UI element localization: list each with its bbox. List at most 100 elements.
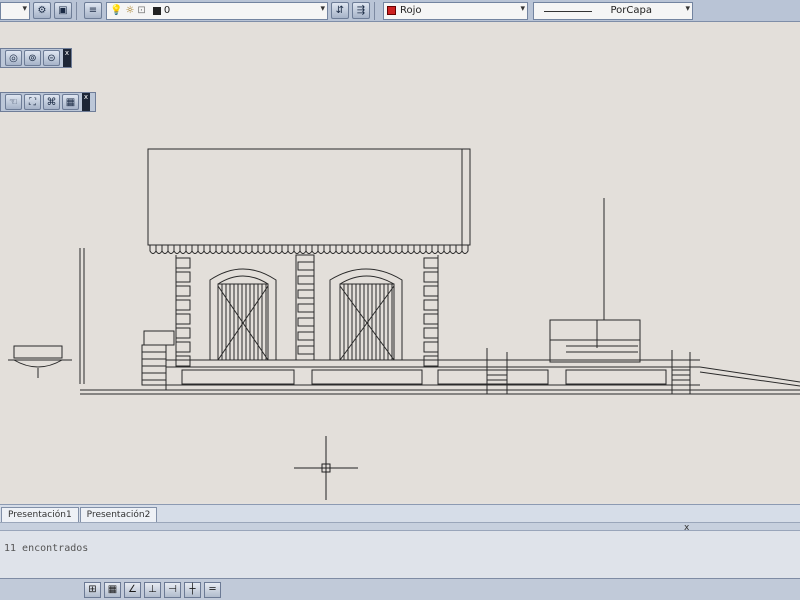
quoin-block — [175, 299, 191, 311]
eave-scallop — [443, 245, 451, 254]
close-icon[interactable]: x — [82, 93, 90, 111]
quoin-block — [175, 271, 191, 283]
color-control-combo[interactable]: Rojo ▾ — [383, 1, 528, 20]
roof-outline — [147, 148, 471, 246]
layer-manager-icon[interactable]: ≡ — [84, 2, 102, 19]
horizontal-scrollbar[interactable] — [0, 522, 800, 530]
eave-scallop — [185, 245, 193, 254]
eave-scallop — [407, 245, 415, 254]
close-icon[interactable]: x — [63, 49, 71, 67]
eave-scallop — [437, 245, 445, 254]
eave-scallop — [269, 245, 277, 254]
chevron-down-icon: ▾ — [685, 3, 690, 14]
render-icon[interactable]: ▦ — [62, 94, 79, 110]
workspace-combo[interactable]: ▾ — [0, 1, 30, 20]
quoin-block — [423, 271, 439, 283]
eave-scallop — [173, 245, 181, 254]
corner-quoins — [175, 257, 439, 367]
pilaster-block — [297, 289, 315, 299]
command-line[interactable]: 11 encontrados — [0, 530, 800, 578]
eave-scallop — [293, 245, 301, 254]
platform-panel — [181, 369, 295, 385]
eave-scallop — [203, 245, 211, 254]
eave-scallop — [353, 245, 361, 254]
eave-scallop — [449, 245, 457, 254]
eave-scallop — [167, 245, 175, 254]
eave-scallop — [275, 245, 283, 254]
platform-panel — [437, 369, 549, 385]
eave-scallop — [281, 245, 289, 254]
eave-scallop — [413, 245, 421, 254]
layer-control-combo[interactable]: 💡 ☼ ⊡ 0 ▾ — [106, 1, 328, 20]
eave-scallop — [245, 245, 253, 254]
lightbulb-icon: 💡 — [110, 5, 123, 16]
stairs-right — [672, 369, 690, 391]
bench-curve — [13, 359, 63, 368]
eave-scallop — [311, 245, 319, 254]
view-gear-icon[interactable]: ⚙ — [33, 2, 51, 19]
sun-icon: ☼ — [125, 5, 135, 16]
make-current-layer-icon[interactable]: ⇵ — [331, 2, 349, 19]
eave-scallop — [347, 245, 355, 254]
eave-scallop — [359, 245, 367, 254]
eave-scallop — [149, 245, 157, 254]
crosshair-cursor — [294, 436, 358, 500]
ortho-icon[interactable]: ⊥ — [144, 581, 161, 598]
eave-scallop — [377, 245, 385, 254]
eave-scallop — [221, 245, 229, 254]
eave-scallop — [365, 245, 373, 254]
quoin-block — [423, 285, 439, 297]
eave-scallop — [155, 245, 163, 254]
linetype-sample — [544, 10, 592, 12]
hand-icon[interactable]: ☜ — [5, 94, 22, 110]
object-icon[interactable]: ◎ — [5, 50, 22, 66]
stairs-center — [487, 369, 507, 391]
camera-icon[interactable]: ⌘ — [43, 94, 60, 110]
eave-scallop — [179, 245, 187, 254]
quoin-block — [423, 355, 439, 367]
eave-scallop — [323, 245, 331, 254]
drawing-area[interactable] — [0, 22, 800, 502]
quoin-block — [175, 327, 191, 339]
linetype-control-combo[interactable]: PorCapa ▾ — [533, 1, 693, 20]
tab-presentacion1[interactable]: Presentación1 — [1, 507, 79, 522]
eave-scallop — [395, 245, 403, 254]
bench-top — [13, 345, 63, 359]
color-value: Rojo — [400, 5, 422, 16]
eave-scallop — [341, 245, 349, 254]
eave-scallop — [257, 245, 265, 254]
quoin-block — [423, 327, 439, 339]
eave-scallop — [239, 245, 247, 254]
eave-scallop — [197, 245, 205, 254]
eave-scallop — [305, 245, 313, 254]
osnap-icon[interactable]: ⊣ — [164, 581, 181, 598]
eave-scallop — [419, 245, 427, 254]
grid-icon[interactable]: ▦ — [104, 581, 121, 598]
eave-scallops — [149, 245, 469, 254]
eave-scallop — [383, 245, 391, 254]
pilaster-block — [297, 317, 315, 327]
left-box — [143, 330, 175, 346]
tab-presentacion2[interactable]: Presentación2 — [79, 507, 158, 522]
eave-scallop — [263, 245, 271, 254]
lineweight-icon[interactable]: ═ — [204, 581, 221, 598]
layer-previous-icon[interactable]: ⇶ — [352, 2, 370, 19]
elevation-drawing — [8, 148, 800, 500]
platform-panel — [311, 369, 423, 385]
cylinder-icon[interactable]: ⊚ — [24, 50, 41, 66]
eave-scallop — [401, 245, 409, 254]
layer-color-icon — [152, 6, 161, 15]
save-view-icon[interactable]: ▣ — [54, 2, 72, 19]
equipment-box — [549, 319, 641, 363]
eave-scallop — [317, 245, 325, 254]
chevron-down-icon: ▾ — [22, 3, 27, 14]
otrack-icon[interactable]: ┼ — [184, 581, 201, 598]
polar-icon[interactable]: ∠ — [124, 581, 141, 598]
snap-icon[interactable]: ⊞ — [84, 581, 101, 598]
layers-properties-toolbar: ▾ ⚙ ▣ ≡ 💡 ☼ ⊡ 0 ▾ ⇵ ⇶ Rojo ▾ PorCapa ▾ — [0, 0, 800, 22]
cup-icon[interactable]: ⊝ — [43, 50, 60, 66]
walk-icon[interactable]: ⛶ — [24, 94, 41, 110]
quoin-block — [175, 355, 191, 367]
eave-scallop — [233, 245, 241, 254]
door-right-boards — [343, 284, 393, 360]
